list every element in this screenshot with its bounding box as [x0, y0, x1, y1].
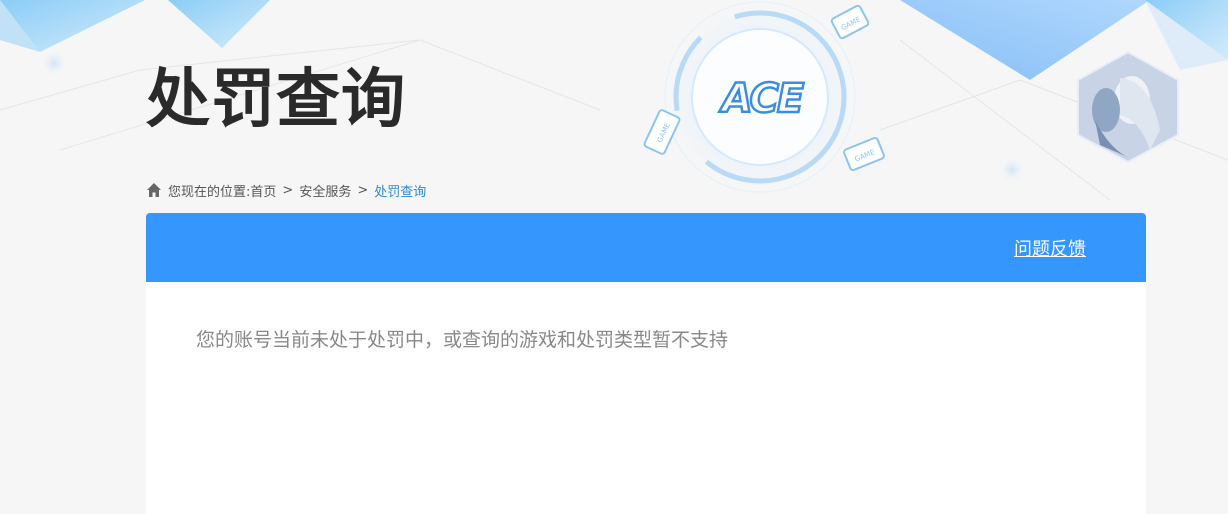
- breadcrumb-separator: >: [357, 182, 369, 198]
- result-message: 您的账号当前未处于处罚中，或查询的游戏和处罚类型暂不支持: [196, 329, 729, 351]
- panel-header: 问题反馈: [146, 213, 1146, 282]
- breadcrumb-home-link[interactable]: 首页: [250, 181, 276, 200]
- svg-text:GAME: GAME: [854, 148, 876, 163]
- home-icon: [147, 183, 161, 197]
- result-panel: 问题反馈 您的账号当前未处于处罚中，或查询的游戏和处罚类型暂不支持: [146, 213, 1146, 514]
- svg-text:ACE: ACE: [719, 76, 804, 122]
- breadcrumb: 您现在的位置: 首页 > 安全服务 > 处罚查询: [146, 180, 426, 200]
- breadcrumb-security-link[interactable]: 安全服务: [299, 181, 351, 200]
- page: GAME GAME GAME ACE 处罚查询 您现在的位置: 首页 > 安全服…: [0, 0, 1228, 514]
- ace-logo-icon: ACE: [718, 75, 808, 124]
- hexagon-character-avatar: [1077, 50, 1179, 164]
- svg-text:GAME: GAME: [656, 122, 672, 144]
- breadcrumb-separator: >: [282, 182, 294, 198]
- breadcrumb-prefix: 您现在的位置:: [168, 184, 251, 200]
- game-badge-icon: GAME: [840, 15, 862, 32]
- feedback-link[interactable]: 问题反馈: [1014, 235, 1086, 261]
- page-title: 处罚查询: [146, 63, 406, 137]
- breadcrumb-current-link[interactable]: 处罚查询: [374, 181, 426, 200]
